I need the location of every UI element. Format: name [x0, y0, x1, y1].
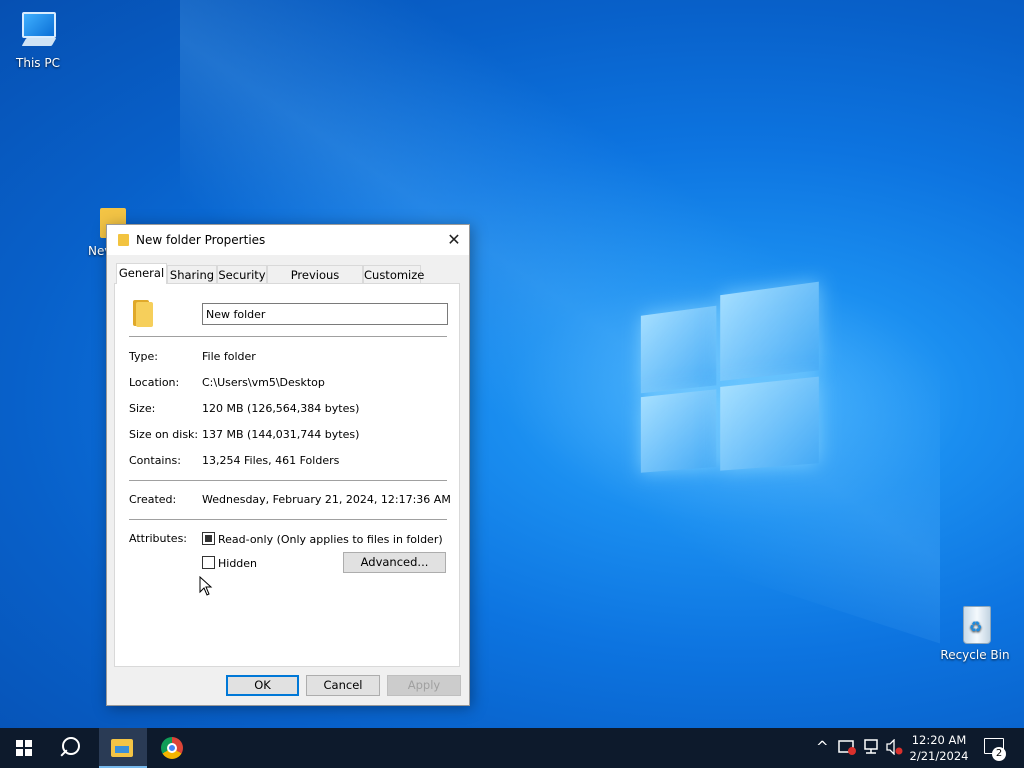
type-value: File folder [202, 350, 256, 363]
taskbar: ^ 12:20 AM 2/21/2024 2 [0, 728, 1024, 768]
folder-properties-dialog: New folder Properties ✕ General Sharing … [106, 224, 470, 706]
size-on-disk-value: 137 MB (144,031,744 bytes) [202, 428, 360, 441]
hidden-label: Hidden [218, 557, 258, 570]
tab-security[interactable]: Security [217, 265, 267, 283]
chevron-up-icon[interactable]: ^ [816, 738, 829, 756]
attributes-label: Attributes: [129, 532, 188, 545]
dialog-title: New folder Properties [136, 233, 266, 247]
notification-count-badge: 2 [992, 747, 1006, 761]
contains-value: 13,254 Files, 461 Folders [202, 454, 340, 467]
separator [129, 336, 447, 337]
dialog-titlebar[interactable]: New folder Properties ✕ [107, 225, 469, 255]
file-explorer-taskbar-button[interactable] [99, 728, 147, 768]
tab-sharing[interactable]: Sharing [167, 265, 217, 283]
read-only-checkbox[interactable] [202, 532, 215, 545]
separator [129, 480, 447, 481]
created-value: Wednesday, February 21, 2024, 12:17:36 A… [202, 493, 451, 506]
chrome-taskbar-button[interactable] [149, 728, 197, 768]
contains-label: Contains: [129, 454, 181, 467]
computer-icon [18, 10, 58, 52]
security-icon[interactable] [838, 739, 856, 759]
size-on-disk-label: Size on disk: [129, 428, 199, 441]
cancel-button[interactable]: Cancel [306, 675, 380, 696]
desktop-icon-label: Recycle Bin [940, 648, 1010, 662]
tab-previous-versions[interactable]: Previous Versions [267, 265, 363, 300]
desktop-icon-recycle-bin[interactable]: ♻ Recycle Bin [937, 602, 1013, 662]
ok-button[interactable]: OK [226, 675, 299, 696]
search-button[interactable] [48, 728, 96, 768]
close-button[interactable]: ✕ [439, 225, 469, 255]
windows-wallpaper-logo [640, 277, 823, 486]
folder-name-input[interactable] [202, 303, 448, 325]
taskbar-clock[interactable]: 12:20 AM 2/21/2024 [900, 732, 978, 764]
separator [129, 519, 447, 520]
clock-date: 2/21/2024 [909, 749, 969, 763]
mouse-cursor-icon [199, 576, 213, 596]
tab-general[interactable]: General [116, 263, 167, 284]
folder-icon [133, 300, 153, 327]
type-label: Type: [129, 350, 158, 363]
folder-icon [118, 234, 129, 246]
location-label: Location: [129, 376, 180, 389]
recycle-bin-icon: ♻ [955, 602, 995, 644]
size-value: 120 MB (126,564,384 bytes) [202, 402, 360, 415]
tab-customize[interactable]: Customize [363, 265, 424, 283]
apply-button[interactable]: Apply [387, 675, 461, 696]
start-icon [16, 740, 32, 756]
desktop-icon-label: This PC [16, 56, 60, 70]
advanced-button[interactable]: Advanced... [343, 552, 446, 573]
size-label: Size: [129, 402, 156, 415]
desktop-icon-this-pc[interactable]: This PC [0, 10, 76, 70]
start-button[interactable] [0, 728, 48, 768]
chrome-icon [161, 737, 183, 759]
hidden-checkbox[interactable] [202, 556, 215, 569]
read-only-label: Read-only (Only applies to files in fold… [218, 533, 443, 546]
location-value: C:\Users\vm5\Desktop [202, 376, 325, 389]
general-tab-panel: Type: File folder Location: C:\Users\vm5… [114, 283, 460, 667]
created-label: Created: [129, 493, 177, 506]
file-explorer-icon [111, 739, 133, 757]
network-icon[interactable] [863, 739, 881, 759]
clock-time: 12:20 AM [911, 733, 967, 747]
